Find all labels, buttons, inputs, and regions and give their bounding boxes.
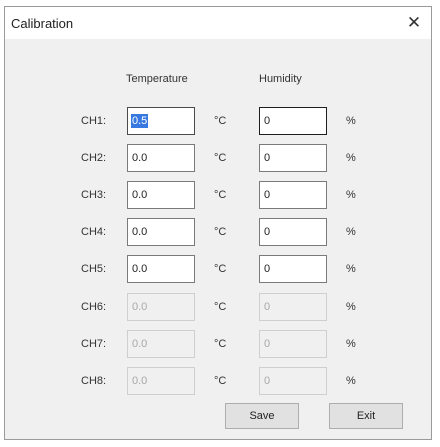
temperature-input-ch8 — [127, 367, 195, 395]
humidity-input-ch3[interactable] — [259, 181, 327, 209]
humidity-input-ch7 — [259, 330, 327, 358]
channel-row-ch1: CH1: 0.5 °C% — [5, 107, 431, 137]
channel-row-ch5: CH5: °C% — [5, 255, 431, 285]
channel-row-ch6: CH6: °C% — [5, 293, 431, 323]
celsius-unit-ch5: °C — [214, 263, 227, 275]
celsius-unit-ch8: °C — [214, 375, 227, 387]
humidity-input-ch5[interactable] — [259, 255, 327, 283]
temperature-input-ch7 — [127, 330, 195, 358]
channel-row-ch3: CH3: °C% — [5, 181, 431, 211]
channel-label-ch6: CH6: — [81, 301, 107, 313]
channel-label-ch8: CH8: — [81, 375, 107, 387]
temperature-input-ch3[interactable] — [127, 181, 195, 209]
celsius-unit-ch4: °C — [214, 226, 227, 238]
channel-label-ch3: CH3: — [81, 189, 107, 201]
percent-unit-ch5: % — [346, 263, 356, 275]
channel-row-ch8: CH8: °C% — [5, 367, 431, 397]
close-icon[interactable]: ✕ — [401, 11, 427, 35]
humidity-input-ch8 — [259, 367, 327, 395]
temperature-selection-ch1: 0.5 — [131, 114, 149, 128]
temperature-input-ch6 — [127, 293, 195, 321]
percent-unit-ch2: % — [346, 152, 356, 164]
percent-unit-ch6: % — [346, 301, 356, 313]
celsius-unit-ch7: °C — [214, 338, 227, 350]
window-title: Calibration — [11, 16, 74, 31]
humidity-input-ch4[interactable] — [259, 218, 327, 246]
exit-button[interactable]: Exit — [329, 403, 403, 429]
temperature-column-header: Temperature — [126, 73, 188, 85]
percent-unit-ch8: % — [346, 375, 356, 387]
title-bar: Calibration ✕ — [5, 7, 431, 39]
channel-label-ch4: CH4: — [81, 226, 107, 238]
channel-row-ch7: CH7: °C% — [5, 330, 431, 360]
channel-row-ch4: CH4: °C% — [5, 218, 431, 248]
temperature-input-ch5[interactable] — [127, 255, 195, 283]
channel-label-ch5: CH5: — [81, 263, 107, 275]
celsius-unit-ch3: °C — [214, 189, 227, 201]
humidity-column-header: Humidity — [259, 73, 302, 85]
celsius-unit-ch2: °C — [214, 152, 227, 164]
channel-label-ch7: CH7: — [81, 338, 107, 350]
percent-unit-ch3: % — [346, 189, 356, 201]
percent-unit-ch7: % — [346, 338, 356, 350]
save-button[interactable]: Save — [225, 403, 299, 429]
channel-label-ch1: CH1: — [81, 115, 107, 127]
humidity-input-ch2[interactable] — [259, 144, 327, 172]
celsius-unit-ch6: °C — [214, 301, 227, 313]
celsius-unit-ch1: °C — [214, 115, 227, 127]
channel-label-ch2: CH2: — [81, 152, 107, 164]
temperature-input-ch2[interactable] — [127, 144, 195, 172]
percent-unit-ch1: % — [346, 115, 356, 127]
percent-unit-ch4: % — [346, 226, 356, 238]
temperature-input-ch4[interactable] — [127, 218, 195, 246]
calibration-dialog: Calibration ✕ Temperature Humidity CH1: 0… — [4, 6, 432, 440]
channel-row-ch2: CH2: °C% — [5, 144, 431, 174]
humidity-input-ch1[interactable] — [259, 107, 327, 135]
humidity-input-ch6 — [259, 293, 327, 321]
